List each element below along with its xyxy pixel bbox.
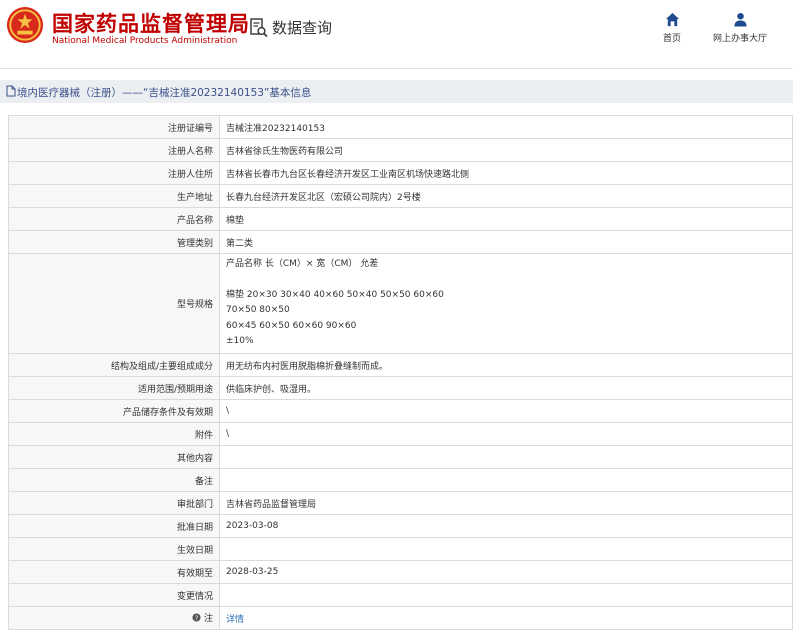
field-label: 管理类别 [8,230,220,254]
field-value: \ [219,422,793,446]
spec-line: ±10% [226,336,254,347]
field-value: 用无纺布内衬医用脱脂棉折叠缝制而成。 [219,353,793,377]
table-row: 注册证编号 吉械注准20232140153 [8,115,793,139]
help-icon[interactable]: ? [192,613,201,625]
home-icon [665,12,679,27]
field-value [219,445,793,469]
field-label: 变更情况 [8,583,220,607]
details-link[interactable]: 详情 [226,615,244,625]
field-label: 生产地址 [8,184,220,208]
field-label: 结构及组成/主要组成成分 [8,353,220,377]
field-value: 2023-03-08 [219,514,793,538]
table-row: 产品名称 棉垫 [8,207,793,231]
table-row: 管理类别 第二类 [8,230,793,254]
emblem-logo[interactable] [6,6,44,44]
field-label: 有效期至 [8,560,220,584]
field-value [219,537,793,561]
site-name-cn[interactable]: 国家药品监督管理局 [52,8,250,38]
table-row: 附件 \ [8,422,793,446]
user-icon [733,12,747,27]
field-label: 附件 [8,422,220,446]
field-label: 其他内容 [8,445,220,469]
header: 国家药品监督管理局 National Medical Products Admi… [0,0,793,60]
field-label: 适用范围/预期用途 [8,376,220,400]
table-row: ? 注 详情 [8,606,793,630]
data-query-link[interactable]: 数据查询 [250,17,332,38]
table-row: 适用范围/预期用途 供临床护创、吸湿用。 [8,376,793,400]
table-row: 注册人住所 吉林省长春市九台区长春经济开发区工业南区机场快速路北侧 [8,161,793,185]
table-row: 审批部门 吉林省药品监督管理局 [8,491,793,515]
nav-home-label: 首页 [663,34,682,44]
field-label: 生效日期 [8,537,220,561]
search-document-icon [250,17,268,37]
header-divider [0,68,793,69]
breadcrumb: 境内医疗器械（注册）——“吉械注准20232140153”基本信息 [0,80,793,103]
spec-line: 产品名称 长（CM）× 宽（CM） 允差 [226,259,379,270]
table-row: 批准日期 2023-03-08 [8,514,793,538]
field-value: 供临床护创、吸湿用。 [219,376,793,400]
field-label: 注 [203,614,213,625]
field-value: 产品名称 长（CM）× 宽（CM） 允差 棉垫 20×30 30×40 40×6… [219,253,793,354]
spec-line: 60×45 60×50 60×60 90×60 [226,320,357,331]
field-label: 备注 [8,468,220,492]
field-value: 详情 [219,606,793,630]
field-value: 吉林省徐氏生物医药有限公司 [219,138,793,162]
table-row: 注册人名称 吉林省徐氏生物医药有限公司 [8,138,793,162]
field-label: 批准日期 [8,514,220,538]
table-row: 生产地址 长春九台经济开发区北区（宏硕公司院内）2号楼 [8,184,793,208]
spec-line: 70×50 80×50 [226,305,290,316]
table-row: 备注 [8,468,793,492]
field-value [219,583,793,607]
field-value: \ [219,399,793,423]
field-label-note: ? 注 [8,606,220,630]
field-value: 长春九台经济开发区北区（宏硕公司院内）2号楼 [219,184,793,208]
field-value: 吉林省药品监督管理局 [219,491,793,515]
field-label: 注册证编号 [8,115,220,139]
site-name-en: National Medical Products Administration [52,36,238,46]
field-value: 棉垫 [219,207,793,231]
spec-line: 棉垫 20×30 30×40 40×60 50×40 50×50 60×60 [226,289,444,300]
field-label: 注册人住所 [8,161,220,185]
table-row: 型号规格 产品名称 长（CM）× 宽（CM） 允差 棉垫 20×30 30×40… [8,253,793,354]
nav-home[interactable]: 首页 [663,12,681,44]
field-value: 吉械注准20232140153 [219,115,793,139]
registration-info-table: 注册证编号 吉械注准20232140153 注册人名称 吉林省徐氏生物医药有限公… [8,115,793,630]
svg-text:?: ? [195,615,198,622]
nav-online-service-hall-label: 网上办事大厅 [713,34,768,44]
field-value: 吉林省长春市九台区长春经济开发区工业南区机场快速路北侧 [219,161,793,185]
table-row: 其他内容 [8,445,793,469]
spec-line-blank [226,273,786,288]
data-query-label: 数据查询 [272,19,333,37]
field-label: 型号规格 [8,253,220,354]
table-row: 有效期至 2028-03-25 [8,560,793,584]
field-label: 注册人名称 [8,138,220,162]
table-row: 产品储存条件及有效期 \ [8,399,793,423]
field-label: 审批部门 [8,491,220,515]
table-row: 变更情况 [8,583,793,607]
table-row: 生效日期 [8,537,793,561]
field-value: 第二类 [219,230,793,254]
field-value [219,468,793,492]
field-value: 2028-03-25 [219,560,793,584]
table-row: 结构及组成/主要组成成分 用无纺布内衬医用脱脂棉折叠缝制而成。 [8,353,793,377]
field-label: 产品名称 [8,207,220,231]
document-icon [6,85,16,97]
breadcrumb-text: 境内医疗器械（注册）——“吉械注准20232140153”基本信息 [17,87,312,99]
field-label: 产品储存条件及有效期 [8,399,220,423]
nav-online-service-hall[interactable]: 网上办事大厅 [713,12,767,44]
